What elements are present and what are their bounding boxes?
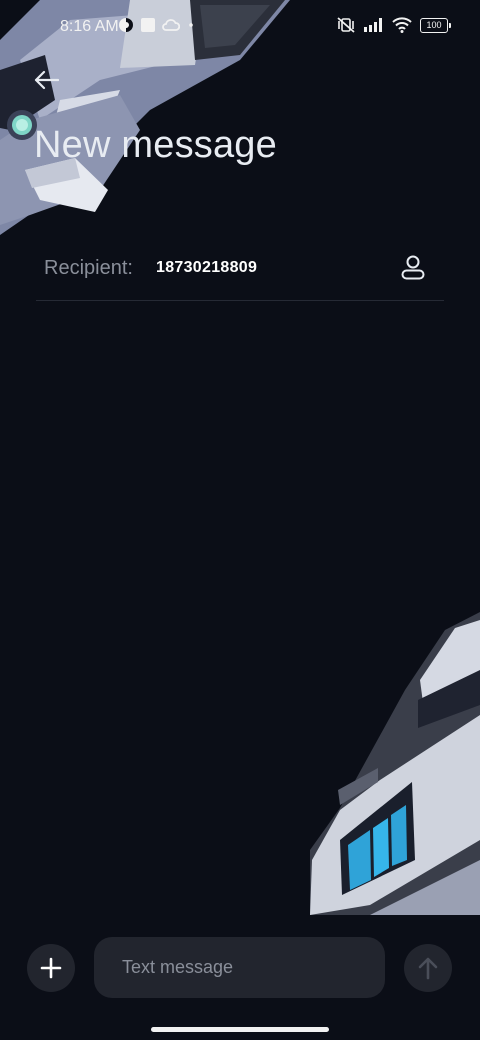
status-notification-icons xyxy=(118,17,196,33)
add-attachment-button[interactable] xyxy=(27,944,75,992)
person-icon xyxy=(401,255,425,280)
compose-bar xyxy=(0,915,480,1040)
app-notification-icon xyxy=(141,18,155,32)
recipient-label: Recipient: xyxy=(44,257,133,279)
battery-icon: 100 xyxy=(420,17,451,33)
status-time: 8:16 AM xyxy=(60,18,119,35)
signal-icon xyxy=(364,18,382,32)
back-button[interactable] xyxy=(28,66,64,94)
pick-contact-button[interactable] xyxy=(398,252,428,282)
page-title: New message xyxy=(34,124,277,166)
dot-icon xyxy=(189,23,193,27)
plus-icon xyxy=(40,957,62,979)
status-bar: 8:16 AM 100 xyxy=(0,0,480,56)
data-saver-icon xyxy=(119,18,133,32)
cloud-icon xyxy=(162,19,180,31)
wifi-icon xyxy=(392,17,412,33)
recipient-number[interactable]: 18730218809 xyxy=(156,259,257,277)
arrow-left-icon xyxy=(34,70,59,90)
recipient-row[interactable]: Recipient: 18730218809 xyxy=(36,240,444,301)
home-indicator[interactable] xyxy=(151,1027,329,1032)
message-input[interactable] xyxy=(94,937,385,998)
send-button[interactable] xyxy=(404,944,452,992)
arrow-up-icon xyxy=(418,957,438,980)
vibrate-off-icon xyxy=(337,17,355,33)
status-system-icons: 100 xyxy=(336,16,451,34)
